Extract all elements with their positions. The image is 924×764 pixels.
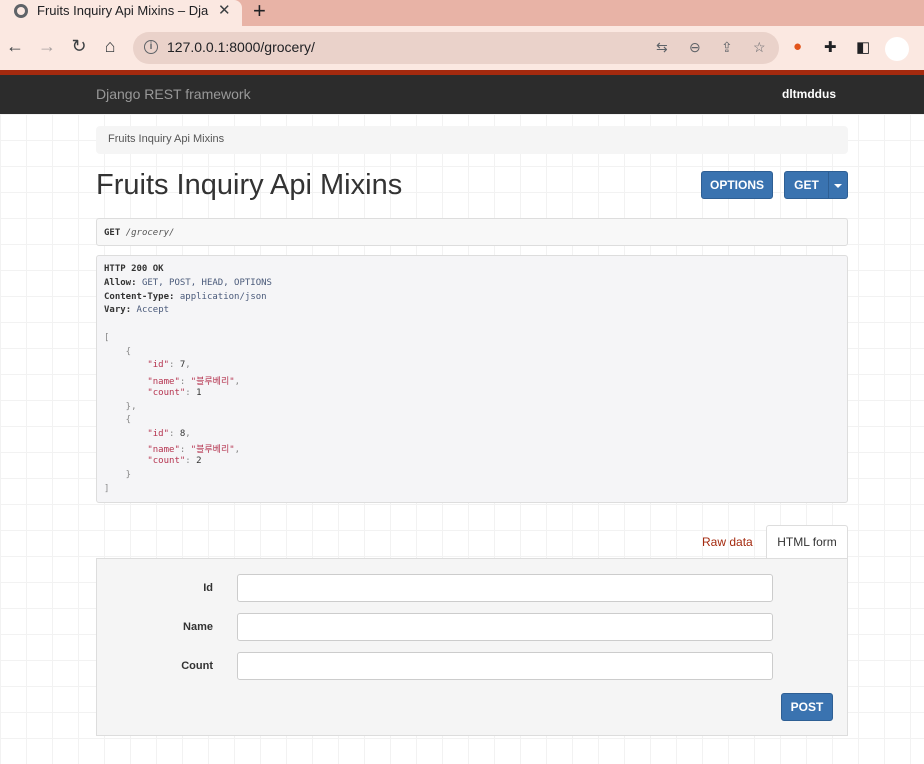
post-button[interactable]: POST (781, 693, 833, 721)
drf-navbar: Django REST framework dltmddus (0, 75, 924, 114)
page-title: Fruits Inquiry Api Mixins (96, 169, 403, 201)
count-field[interactable] (237, 652, 773, 680)
browser-tab-title: Fruits Inquiry Api Mixins – Django REST … (37, 3, 209, 18)
navbar-user[interactable]: dltmddus (782, 87, 836, 101)
header-key: Content-Type (104, 292, 170, 302)
header-value: Accept (136, 305, 170, 315)
browser-toolbar: ← → ↻ ⌂ i 127.0.0.1:8000/grocery/ ⇆ ⊖ ⇪ … (0, 26, 924, 70)
response-status: HTTP 200 OK (104, 264, 164, 274)
side-panel-icon[interactable]: ◧ (856, 38, 870, 56)
back-arrow-icon[interactable]: ← (5, 36, 25, 57)
id-field[interactable] (237, 574, 773, 602)
reload-icon[interactable]: ↻ (69, 36, 89, 57)
profile-avatar[interactable] (885, 37, 909, 61)
name-field[interactable] (237, 613, 773, 641)
header-key: Allow (104, 278, 132, 288)
browser-tab-strip: Fruits Inquiry Api Mixins – Django REST … (0, 0, 924, 26)
tab-html-form[interactable]: HTML form (766, 525, 848, 560)
count-field-label: Count (181, 660, 213, 672)
address-url[interactable]: 127.0.0.1:8000/grocery/ (167, 39, 315, 55)
browser-tab[interactable]: Fruits Inquiry Api Mixins – Django REST … (0, 0, 242, 26)
get-format-dropdown-button[interactable] (828, 171, 848, 199)
request-method: GET (104, 228, 121, 238)
header-value: GET, POST, HEAD, OPTIONS (141, 278, 272, 288)
breadcrumb: Fruits Inquiry Api Mixins (96, 126, 848, 154)
translate-icon[interactable]: ⇆ (656, 39, 668, 56)
new-tab-icon[interactable]: + (253, 0, 266, 24)
zoom-icon[interactable]: ⊖ (689, 39, 701, 56)
close-tab-icon[interactable]: ✕ (218, 1, 231, 19)
navbar-brand[interactable]: Django REST framework (96, 86, 251, 102)
forward-arrow-icon[interactable]: → (37, 36, 57, 57)
globe-icon (14, 4, 28, 18)
extension-fire-icon[interactable]: ● (793, 38, 802, 55)
header-key: Vary (104, 305, 126, 315)
name-field-label: Name (183, 621, 213, 633)
json-name-value: 블루베리 (196, 445, 230, 455)
extensions-puzzle-icon[interactable]: ✚ (824, 38, 837, 56)
html-form-panel: Id Name Count POST (96, 558, 848, 736)
request-path: /grocery/ (125, 228, 175, 238)
json-count-value: 2 (196, 456, 202, 466)
options-button[interactable]: OPTIONS (701, 171, 773, 199)
share-icon[interactable]: ⇪ (721, 39, 733, 56)
request-info: GET /grocery/ (96, 218, 848, 246)
site-info-icon[interactable]: i (144, 40, 158, 54)
caret-down-icon (834, 183, 842, 188)
get-button[interactable]: GET (784, 171, 829, 199)
form-tabs: Raw data HTML form (96, 525, 848, 560)
response-info: HTTP 200 OK Allow: GET, POST, HEAD, OPTI… (96, 255, 848, 503)
page-content: Fruits Inquiry Api Mixins Fruits Inquiry… (0, 114, 924, 764)
breadcrumb-item[interactable]: Fruits Inquiry Api Mixins (108, 133, 224, 145)
json-count-value: 1 (196, 388, 202, 398)
address-bar[interactable]: i 127.0.0.1:8000/grocery/ ⇆ ⊖ ⇪ ☆ (133, 32, 779, 64)
bookmark-star-icon[interactable]: ☆ (753, 39, 766, 56)
header-value: application/json (179, 292, 267, 302)
home-icon[interactable]: ⌂ (100, 36, 120, 57)
json-name-value: 블루베리 (196, 377, 230, 387)
tab-raw-data[interactable]: Raw data (702, 535, 753, 549)
id-field-label: Id (203, 582, 213, 594)
